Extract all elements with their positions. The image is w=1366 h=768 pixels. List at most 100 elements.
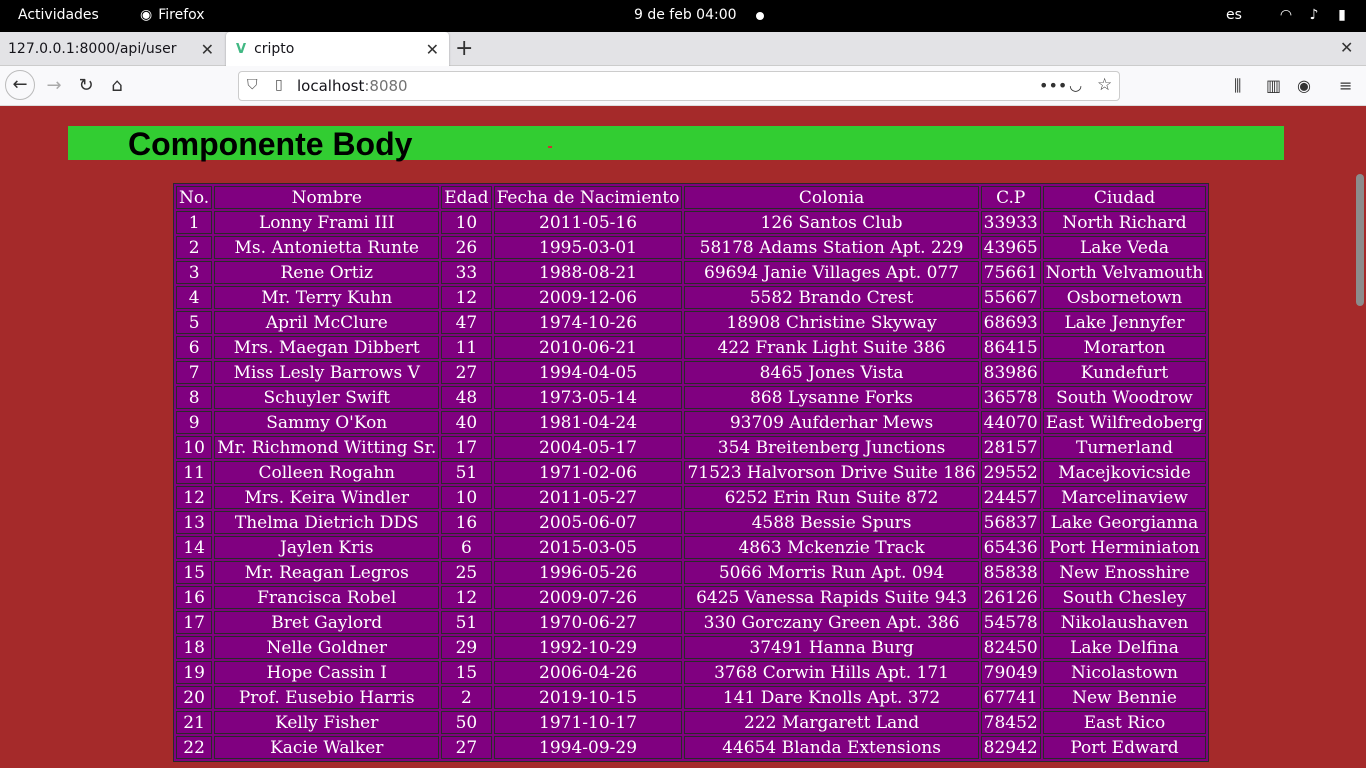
clock[interactable]: 9 de feb 04:00 <box>634 7 737 23</box>
table-cell: 69694 Janie Villages Apt. 077 <box>684 261 979 284</box>
table-cell: North Velvamouth <box>1042 261 1207 284</box>
table-cell: Prof. Eusebio Harris <box>214 686 440 709</box>
table-cell: South Chesley <box>1042 586 1207 609</box>
table-row: 5 April McClure 47 1974-10-26 18908 Christin… <box>176 311 1207 334</box>
table-cell: 37491 Hanna Burg <box>684 636 979 659</box>
table-cell: 1973-05-14 <box>493 386 683 409</box>
activities-button[interactable]: Actividades <box>18 7 99 23</box>
table-cell: 126 Santos Club <box>684 211 979 234</box>
table-cell: Lake Georgianna <box>1042 511 1207 534</box>
table-cell: 5 <box>176 311 213 334</box>
new-tab-icon[interactable]: + <box>455 36 473 61</box>
table-cell: 18 <box>176 636 213 659</box>
page-info-icon[interactable]: ▯ <box>275 77 283 93</box>
reload-icon[interactable]: ↻ <box>72 72 100 100</box>
table-cell: Mrs. Keira Windler <box>214 486 440 509</box>
url-text[interactable]: localhost:8080 <box>297 77 408 95</box>
table-cell: New Bennie <box>1042 686 1207 709</box>
table-cell: South Woodrow <box>1042 386 1207 409</box>
forward-icon[interactable]: → <box>40 72 68 100</box>
scrollbar-thumb[interactable] <box>1356 174 1364 306</box>
table-cell: 5066 Morris Run Apt. 094 <box>684 561 979 584</box>
bookmark-star-icon[interactable]: ☆ <box>1097 75 1112 95</box>
column-header: Edad <box>441 186 492 209</box>
library-icon[interactable]: ⫼ <box>1234 76 1241 96</box>
table-cell: 2015-03-05 <box>493 536 683 559</box>
system-menu[interactable]: ◠ ♪ ▮ <box>1276 6 1352 24</box>
back-icon[interactable]: ← <box>5 70 35 100</box>
table-cell: 17 <box>441 436 492 459</box>
page-content: Componente Body No. Nombre Edad Fecha de Na… <box>0 106 1354 768</box>
table-cell: 2004-05-17 <box>493 436 683 459</box>
table-cell: Kundefurt <box>1042 361 1207 384</box>
table-cell: East Rico <box>1042 711 1207 734</box>
page-actions-icon[interactable]: ••• <box>1039 76 1067 95</box>
tab-label: 127.0.0.1:8000/api/user <box>8 41 177 57</box>
tab-api-user[interactable]: 127.0.0.1:8000/api/user ✕ <box>0 32 224 66</box>
table-cell: 1971-02-06 <box>493 461 683 484</box>
component-banner: Componente Body <box>68 126 1284 162</box>
table-cell: 2011-05-16 <box>493 211 683 234</box>
app-menu[interactable]: ◉ Firefox <box>140 7 205 23</box>
table-cell: 56837 <box>980 511 1041 534</box>
table-cell: 12 <box>176 486 213 509</box>
table-cell: Bret Gaylord <box>214 611 440 634</box>
table-cell: 1996-05-26 <box>493 561 683 584</box>
close-tab-icon[interactable]: ✕ <box>426 40 439 59</box>
tab-cripto[interactable]: V cripto ✕ <box>226 32 449 66</box>
table-cell: 2 <box>441 686 492 709</box>
table-cell: 1992-10-29 <box>493 636 683 659</box>
table-cell: 20 <box>176 686 213 709</box>
table-header-row: No. Nombre Edad Fecha de Nacimiento Colonia C… <box>176 186 1207 209</box>
table-cell: Osbornetown <box>1042 286 1207 309</box>
table-cell: 51 <box>441 461 492 484</box>
table-cell: 25 <box>441 561 492 584</box>
table-cell: 1 <box>176 211 213 234</box>
table-cell: East Wilfredoberg <box>1042 411 1207 434</box>
table-row: 7 Miss Lesly Barrows V 27 1994-04-05 8465 Jo… <box>176 361 1207 384</box>
url-bar[interactable]: ⛉ ▯ localhost:8080 ••• ◡ ☆ <box>238 71 1120 101</box>
table-cell: Port Herminiaton <box>1042 536 1207 559</box>
table-cell: 15 <box>441 661 492 684</box>
table-row: 10 Mr. Richmond Witting Sr. 17 2004-05-17 35… <box>176 436 1207 459</box>
table-cell: Thelma Dietrich DDS <box>214 511 440 534</box>
notification-dot-icon <box>756 12 764 20</box>
page-scrollbar[interactable] <box>1354 106 1366 768</box>
table-cell: 8465 Jones Vista <box>684 361 979 384</box>
table-row: 12 Mrs. Keira Windler 10 2011-05-27 6252 Eri… <box>176 486 1207 509</box>
pocket-icon[interactable]: ◡ <box>1069 76 1082 94</box>
table-cell: Mrs. Maegan Dibbert <box>214 336 440 359</box>
table-cell: Port Edward <box>1042 736 1207 759</box>
table-cell: Colleen Rogahn <box>214 461 440 484</box>
table-cell: 44070 <box>980 411 1041 434</box>
account-icon[interactable]: ◉ <box>1297 76 1311 95</box>
table-row: 21 Kelly Fisher 50 1971-10-17 222 Margarett … <box>176 711 1207 734</box>
table-cell: 422 Frank Light Suite 386 <box>684 336 979 359</box>
menu-icon[interactable]: ≡ <box>1339 76 1352 95</box>
table-cell: 12 <box>441 586 492 609</box>
close-tab-icon[interactable]: ✕ <box>201 40 214 59</box>
table-cell: 2006-04-26 <box>493 661 683 684</box>
sidebar-icon[interactable]: ▥ <box>1266 76 1281 95</box>
table-row: 18 Nelle Goldner 29 1992-10-29 37491 Hanna B… <box>176 636 1207 659</box>
table-cell: 82942 <box>980 736 1041 759</box>
table-row: 8 Schuyler Swift 48 1973-05-14 868 Lysanne F… <box>176 386 1207 409</box>
table-cell: 16 <box>441 511 492 534</box>
table-cell: 6 <box>441 536 492 559</box>
table-cell: 868 Lysanne Forks <box>684 386 979 409</box>
shield-icon[interactable]: ⛉ <box>247 77 258 93</box>
table-cell: Nicolastown <box>1042 661 1207 684</box>
table-cell: 4 <box>176 286 213 309</box>
table-row: 19 Hope Cassin I 15 2006-04-26 3768 Corwin H… <box>176 661 1207 684</box>
column-header: Fecha de Nacimiento <box>493 186 683 209</box>
column-header: Nombre <box>214 186 440 209</box>
home-icon[interactable]: ⌂ <box>103 72 131 100</box>
close-window-icon[interactable]: ✕ <box>1340 38 1353 57</box>
table-cell: 9 <box>176 411 213 434</box>
table-cell: Kelly Fisher <box>214 711 440 734</box>
input-language[interactable]: es <box>1226 7 1242 23</box>
table-cell: 10 <box>441 486 492 509</box>
table-cell: 48 <box>441 386 492 409</box>
table-cell: 1995-03-01 <box>493 236 683 259</box>
decorative-mark <box>548 146 552 148</box>
